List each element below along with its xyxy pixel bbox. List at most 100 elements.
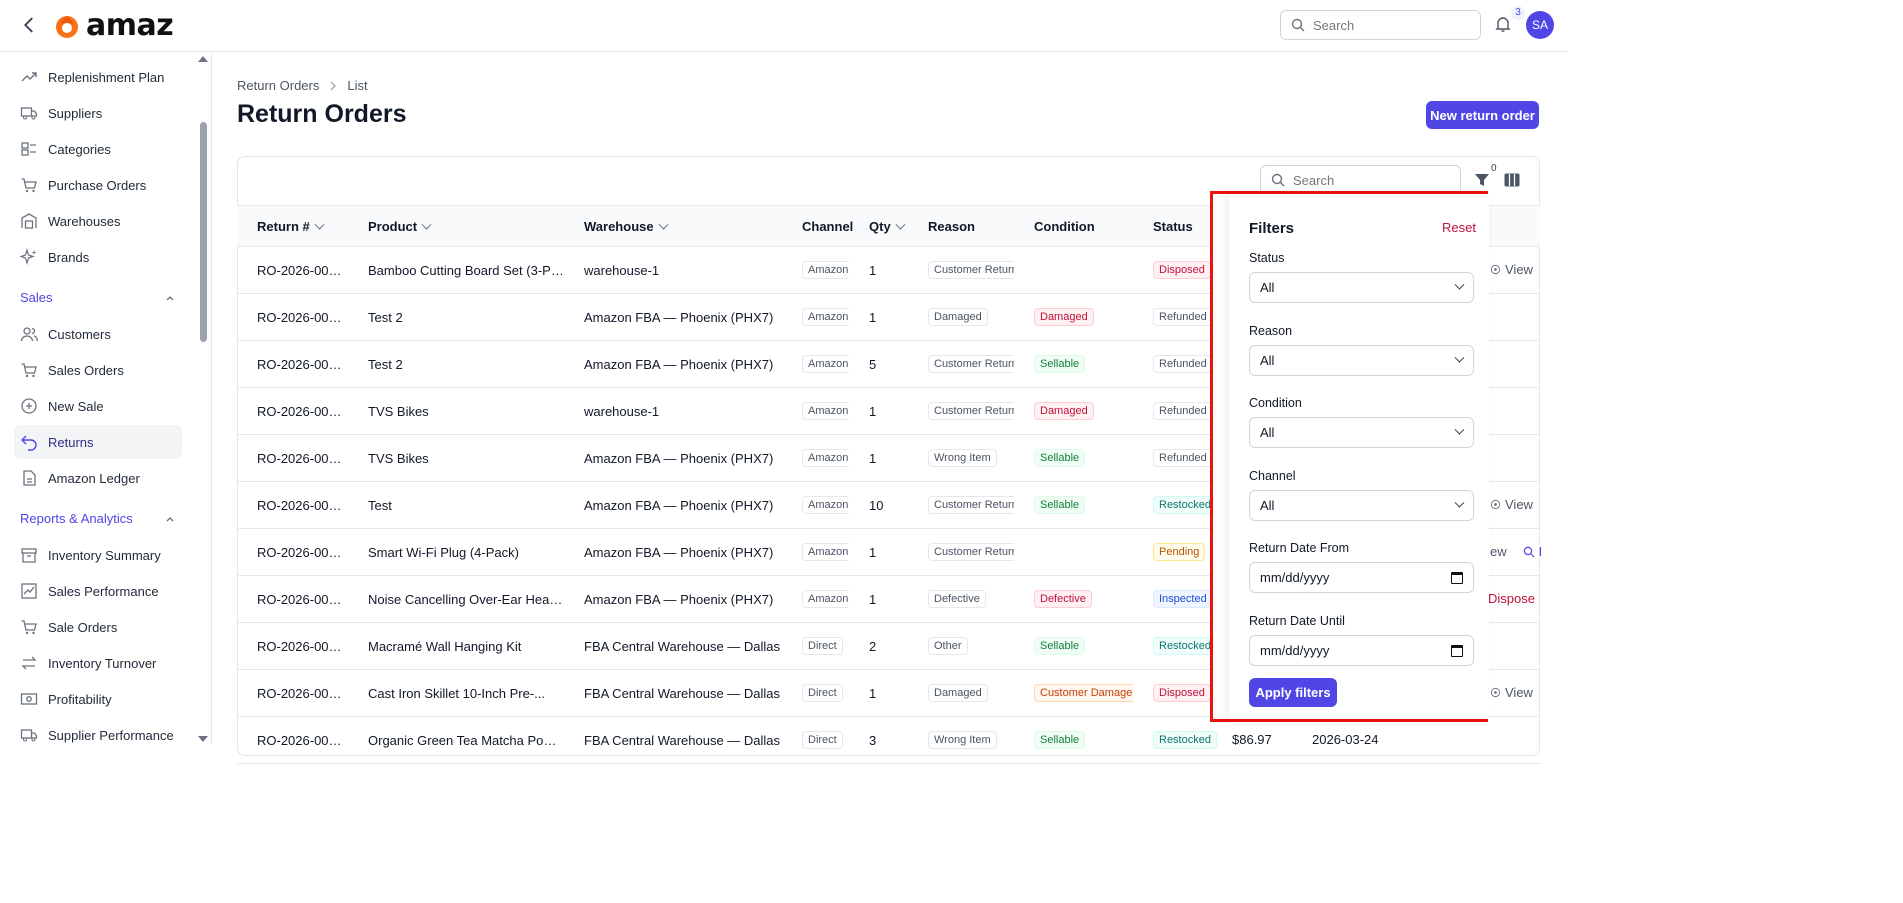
cell-qty: 1	[849, 293, 908, 341]
reset-filters-button[interactable]: Reset	[1442, 220, 1476, 235]
dispose-button[interactable]: Dispose	[1488, 591, 1535, 606]
filters-title: Filters	[1249, 220, 1295, 237]
cell-channel: Direct	[782, 669, 849, 717]
document-icon	[23, 470, 36, 486]
sidebar-item-warehouses[interactable]: Warehouses	[14, 204, 182, 238]
date-until-label: Return Date Until	[1249, 614, 1345, 628]
cell-channel: Amazon	[782, 481, 849, 529]
sidebar-item-sales-performance[interactable]: Sales Performance	[14, 574, 182, 608]
chart-icon	[21, 583, 37, 599]
sidebar-item-profitability[interactable]: Profitability	[14, 682, 182, 716]
sidebar-scrollbar[interactable]	[200, 122, 207, 342]
bell-icon[interactable]	[1493, 14, 1513, 34]
sidebar-item-sale-orders[interactable]: Sale Orders	[14, 610, 182, 644]
cell-status-badge: Restocked	[1153, 731, 1217, 749]
sidebar-item-new-sale[interactable]: New Sale	[14, 389, 182, 423]
status-filter-select[interactable]: All	[1249, 272, 1474, 303]
global-search[interactable]	[1280, 10, 1481, 40]
sidebar-item-inventory-summary[interactable]: Inventory Summary	[14, 538, 182, 572]
logo-text: amaz	[86, 8, 174, 43]
cell-product: Noise Cancelling Over-Ear Head...	[348, 575, 564, 623]
channel-filter-select[interactable]: All	[1249, 490, 1474, 521]
table-search-input[interactable]	[1293, 172, 1443, 188]
section-label: Reports & Analytics	[20, 511, 133, 526]
cell-reason-badge: Customer Return	[928, 261, 1014, 279]
cell-channel-badge: Amazon	[802, 449, 849, 467]
col-header-qty[interactable]: Qty	[849, 205, 908, 247]
breadcrumb-list: List	[347, 78, 368, 93]
calendar-icon[interactable]	[1451, 571, 1463, 584]
sidebar-item-categories[interactable]: Categories	[14, 132, 182, 166]
eye-icon	[1490, 264, 1501, 275]
sidebar-section-sales[interactable]: Sales	[20, 290, 175, 305]
breadcrumb-return-orders[interactable]: Return Orders	[237, 78, 319, 93]
sidebar-item-sales-orders[interactable]: Sales Orders	[14, 353, 182, 387]
search-icon	[1271, 173, 1285, 187]
view-button[interactable]: View	[1490, 685, 1533, 700]
sidebar-item-purchase-orders[interactable]: Purchase Orders	[14, 168, 182, 202]
scroll-down-arrow[interactable]	[198, 736, 208, 742]
date-from-input[interactable]: mm/dd/yyyy	[1249, 562, 1474, 593]
filter-icon[interactable]	[1474, 172, 1490, 188]
col-header-warehouse[interactable]: Warehouse	[564, 205, 782, 247]
condition-filter-select[interactable]: All	[1249, 417, 1474, 448]
arrows-icon	[21, 656, 37, 670]
cart-icon	[21, 363, 37, 378]
cell-status-badge: Restocked	[1153, 637, 1217, 655]
view-button[interactable]: View	[1490, 262, 1533, 277]
sidebar-item-label: Inventory Turnover	[48, 655, 157, 671]
cell-reason: Wrong Item	[908, 434, 1014, 482]
cell-channel: Direct	[782, 716, 849, 764]
cell-condition: Sellable	[1014, 716, 1133, 764]
columns-icon[interactable]	[1504, 173, 1520, 187]
cell-channel-badge: Amazon	[802, 590, 849, 608]
avatar[interactable]: SA	[1526, 11, 1554, 39]
logo[interactable]: amaz	[52, 8, 174, 43]
top-bar: amaz 3 SA	[0, 0, 1568, 52]
cell-product: TVS Bikes	[348, 387, 564, 435]
sidebar-item-label: Returns	[48, 434, 94, 450]
truck-icon	[20, 107, 38, 120]
cell-return-number: RO-2026-00009	[237, 481, 348, 529]
apply-filters-button[interactable]: Apply filters	[1249, 678, 1337, 707]
col-header-channel: Channel	[782, 205, 853, 247]
global-search-input[interactable]	[1313, 17, 1463, 33]
sidebar-item-suppliers[interactable]: Suppliers	[14, 96, 182, 130]
sidebar-item-inventory-turnover[interactable]: Inventory Turnover	[14, 646, 182, 680]
sidebar-item-brands[interactable]: Brands	[14, 240, 182, 274]
new-return-order-button[interactable]: New return order	[1426, 101, 1539, 129]
cell-condition: Damaged	[1014, 293, 1133, 341]
date-until-input[interactable]: mm/dd/yyyy	[1249, 635, 1474, 666]
sidebar-section-reports[interactable]: Reports & Analytics	[20, 511, 175, 526]
search-icon	[1523, 546, 1535, 557]
cell-reason: Customer Return	[908, 528, 1014, 576]
reason-filter-select[interactable]: All	[1249, 345, 1474, 376]
sidebar-item-customers[interactable]: Customers	[14, 317, 182, 351]
sidebar-item-replenishment-plan[interactable]: Replenishment Plan	[14, 60, 182, 94]
cell-qty: 1	[849, 387, 908, 435]
cell-return-number: RO-2026-00012	[237, 340, 348, 388]
cell-condition: Sellable	[1014, 434, 1133, 482]
cell-status-badge: Refunded	[1153, 355, 1213, 373]
users-icon	[20, 327, 38, 342]
scroll-up-arrow[interactable]	[198, 56, 208, 62]
sidebar-item-returns[interactable]: Returns	[14, 425, 182, 459]
dispose-label: Dispose	[1488, 591, 1535, 606]
cell-return-number: RO-2026-00010	[237, 434, 348, 482]
logo-mark-icon	[56, 15, 78, 38]
calendar-icon[interactable]	[1451, 644, 1463, 657]
sidebar: Replenishment Plan Suppliers Categories …	[0, 52, 212, 744]
cell-return-number: RO-2026-00006	[237, 575, 348, 623]
sidebar-item-amazon-ledger[interactable]: Amazon Ledger	[14, 461, 182, 495]
cell-reason-badge: Customer Return	[928, 496, 1014, 514]
back-arrow-icon[interactable]	[18, 14, 40, 36]
sidebar-item-label: Replenishment Plan	[48, 69, 165, 85]
col-header-product[interactable]: Product	[348, 205, 564, 247]
col-header-return-number[interactable]: Return #	[237, 205, 348, 247]
view-button-partial[interactable]: ew I	[1490, 544, 1542, 559]
chevron-down-icon	[314, 219, 325, 230]
view-button[interactable]: View	[1490, 497, 1533, 512]
sidebar-item-supplier-performance[interactable]: Supplier Performance	[14, 718, 182, 744]
chevron-down-icon	[1454, 424, 1465, 435]
cart-icon	[21, 178, 37, 193]
